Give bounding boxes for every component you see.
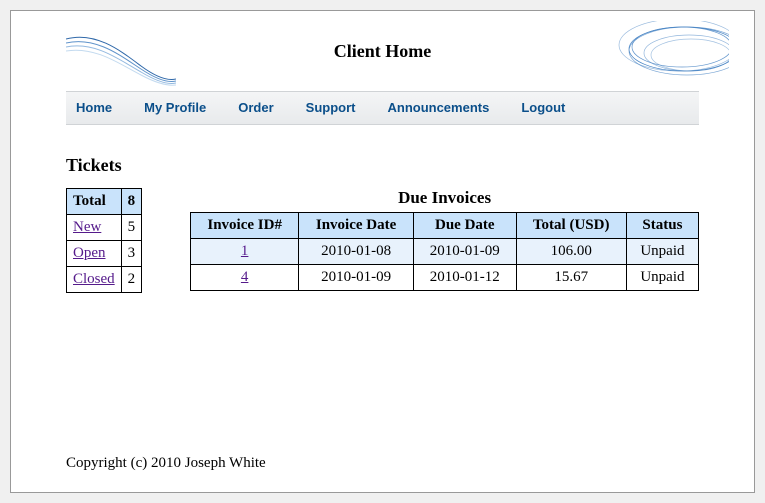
nav-home[interactable]: Home: [76, 100, 112, 115]
ticket-row: Closed 2: [67, 267, 142, 293]
due-invoices-block: Due Invoices Invoice ID# Invoice Date Du…: [190, 188, 699, 291]
nav-my-profile[interactable]: My Profile: [144, 100, 206, 115]
main-nav: Home My Profile Order Support Announceme…: [66, 91, 699, 125]
due-invoices-heading: Due Invoices: [190, 188, 699, 208]
invoice-status: Unpaid: [626, 265, 698, 291]
invoice-col-total: Total (USD): [516, 213, 626, 239]
two-column-layout: Total 8 New 5 Open 3 Closed 2 Due Invoic…: [66, 188, 699, 293]
invoice-due-date: 2010-01-09: [414, 239, 517, 265]
ticket-row: Open 3: [67, 241, 142, 267]
invoice-col-date: Invoice Date: [299, 213, 414, 239]
nav-order[interactable]: Order: [238, 100, 273, 115]
nav-support[interactable]: Support: [306, 100, 356, 115]
footer-copyright: Copyright (c) 2010 Joseph White: [66, 455, 266, 472]
invoice-total: 15.67: [516, 265, 626, 291]
invoice-due-date: 2010-01-12: [414, 265, 517, 291]
invoice-total: 106.00: [516, 239, 626, 265]
page-container: Client Home Home My Profile Order Suppor…: [10, 10, 755, 493]
invoice-col-status: Status: [626, 213, 698, 239]
invoice-row: 1 2010-01-08 2010-01-09 106.00 Unpaid: [191, 239, 699, 265]
page-title: Client Home: [11, 11, 754, 62]
invoice-date: 2010-01-08: [299, 239, 414, 265]
invoice-row: 4 2010-01-09 2010-01-12 15.67 Unpaid: [191, 265, 699, 291]
tickets-heading: Tickets: [66, 155, 699, 176]
ticket-count: 2: [121, 267, 142, 293]
nav-logout[interactable]: Logout: [521, 100, 565, 115]
tickets-total-value: 8: [121, 189, 142, 215]
ticket-status-link-new[interactable]: New: [73, 219, 101, 235]
invoice-status: Unpaid: [626, 239, 698, 265]
tickets-summary-table: Total 8 New 5 Open 3 Closed 2: [66, 188, 142, 293]
invoice-col-id: Invoice ID#: [191, 213, 299, 239]
invoice-id-link[interactable]: 1: [241, 243, 249, 259]
ticket-status-link-closed[interactable]: Closed: [73, 271, 115, 287]
header: Client Home: [11, 11, 754, 81]
invoice-date: 2010-01-09: [299, 265, 414, 291]
ticket-count: 5: [121, 215, 142, 241]
ticket-row: New 5: [67, 215, 142, 241]
content-area: Tickets Total 8 New 5 Open 3 Closed 2: [11, 125, 754, 293]
ticket-status-link-open[interactable]: Open: [73, 245, 106, 261]
nav-announcements[interactable]: Announcements: [387, 100, 489, 115]
tickets-total-label: Total: [67, 189, 122, 215]
invoice-id-link[interactable]: 4: [241, 269, 249, 285]
invoice-col-due: Due Date: [414, 213, 517, 239]
due-invoices-table: Invoice ID# Invoice Date Due Date Total …: [190, 212, 699, 291]
ticket-count: 3: [121, 241, 142, 267]
